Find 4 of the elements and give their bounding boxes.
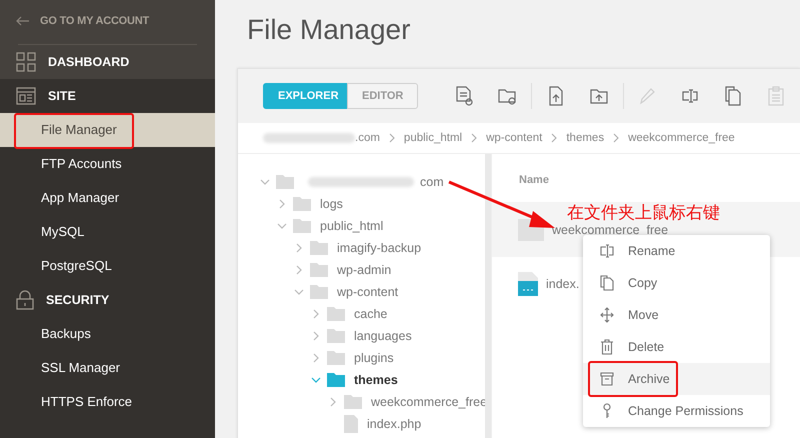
- file-name: index.: [546, 277, 580, 291]
- page-title: File Manager: [246, 13, 412, 47]
- annotation-text: 在文件夹上鼠标右键: [567, 202, 720, 224]
- file-name: weekcommerce_free: [552, 223, 668, 237]
